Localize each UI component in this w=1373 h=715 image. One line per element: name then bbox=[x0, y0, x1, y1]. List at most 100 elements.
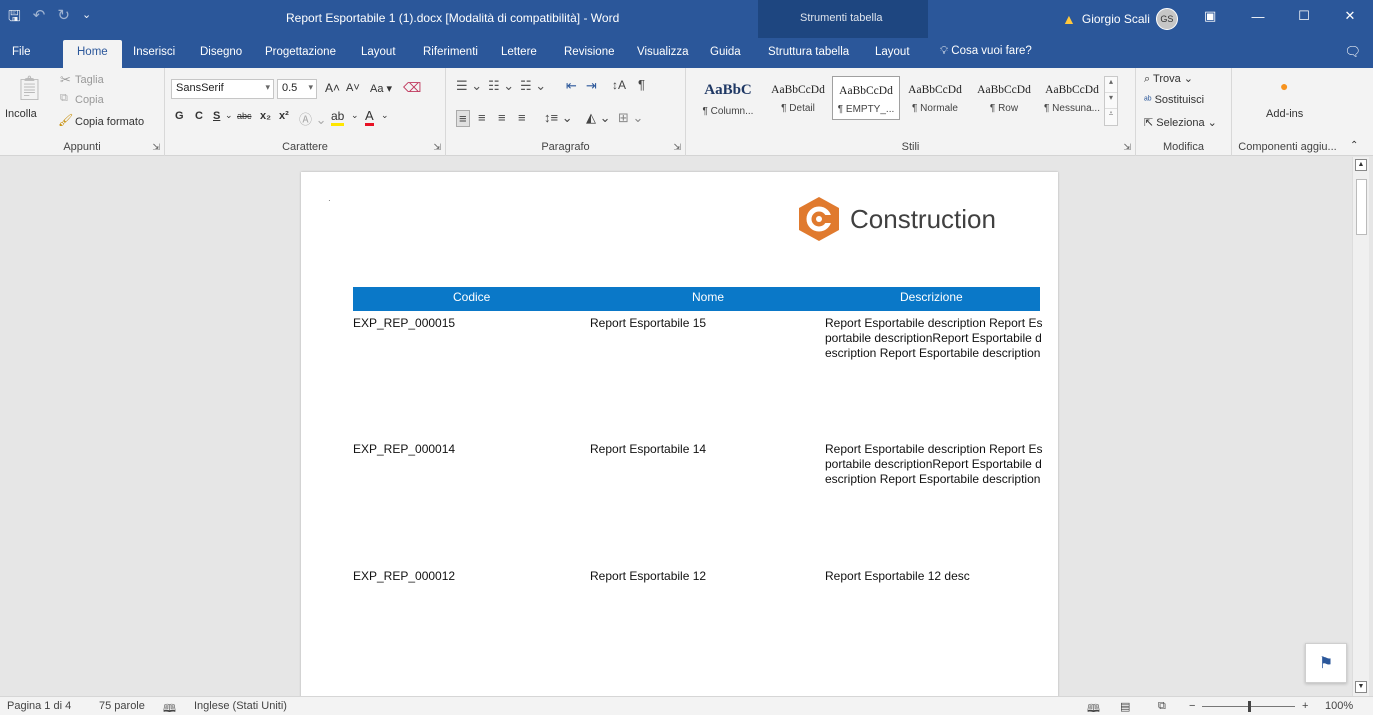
minimize-button[interactable]: — bbox=[1235, 0, 1281, 32]
addins-button[interactable]: Add-ins bbox=[1266, 108, 1303, 120]
superscript-icon[interactable]: x² bbox=[279, 110, 289, 122]
select-button[interactable]: ⇱ Seleziona ⌄ bbox=[1144, 116, 1217, 129]
addins-icon[interactable]: ● bbox=[1280, 78, 1288, 94]
numbering-icon[interactable]: ☷ ⌄ bbox=[488, 78, 514, 94]
close-button[interactable]: ✕ bbox=[1327, 0, 1373, 32]
document-page[interactable]: · Construction Codice Nome Descrizione E… bbox=[301, 172, 1058, 696]
cut-icon[interactable]: ✂ bbox=[60, 72, 71, 88]
sort-icon[interactable]: ↕A bbox=[612, 78, 626, 92]
web-layout-icon[interactable]: ⧉ bbox=[1158, 700, 1166, 713]
zoom-level[interactable]: 100% bbox=[1325, 700, 1353, 712]
page-count[interactable]: Pagina 1 di 4 bbox=[7, 700, 71, 712]
bold-button[interactable]: G bbox=[175, 110, 184, 122]
dialog-launcher-icon[interactable]: ⇲ bbox=[1123, 142, 1131, 153]
cut-button[interactable]: Taglia bbox=[75, 74, 104, 86]
style-empty[interactable]: AaBbCcDd ¶ EMPTY_... bbox=[832, 76, 900, 120]
scroll-down-icon[interactable]: ▼ bbox=[1355, 681, 1367, 693]
avatar[interactable]: GS bbox=[1155, 8, 1178, 30]
strikethrough-button[interactable]: abc bbox=[237, 111, 252, 121]
highlight-dropdown-icon[interactable]: ⌄ bbox=[351, 110, 359, 121]
zoom-out-icon[interactable]: − bbox=[1189, 700, 1195, 712]
font-color-icon[interactable]: A bbox=[365, 108, 374, 126]
copy-button[interactable]: Copia bbox=[75, 94, 104, 106]
language[interactable]: Inglese (Stati Uniti) bbox=[194, 700, 287, 712]
tab-design[interactable]: Progettazione bbox=[265, 46, 336, 58]
tab-draw[interactable]: Disegno bbox=[200, 46, 242, 58]
word-count[interactable]: 75 parole bbox=[99, 700, 145, 712]
warning-icon[interactable]: ▲ bbox=[1062, 11, 1076, 27]
font-size-combo[interactable]: 0.5 bbox=[277, 79, 317, 99]
ribbon-display-options-icon[interactable]: ▣ bbox=[1204, 8, 1216, 24]
bookmark-panel-button[interactable]: ⚑ bbox=[1305, 643, 1347, 683]
more-styles-icon[interactable]: ⩡ bbox=[1105, 109, 1117, 125]
dialog-launcher-icon[interactable]: ⇲ bbox=[433, 142, 441, 153]
shrink-font-icon[interactable]: A˅ bbox=[346, 82, 360, 94]
tab-references[interactable]: Riferimenti bbox=[423, 46, 478, 58]
tab-review[interactable]: Revisione bbox=[564, 46, 615, 58]
scrollbar-thumb[interactable] bbox=[1356, 179, 1367, 235]
text-effects-icon[interactable]: Ⓐ ⌄ bbox=[299, 109, 327, 128]
read-mode-icon[interactable]: 🕮 bbox=[1087, 700, 1100, 715]
tab-mailings[interactable]: Lettere bbox=[501, 46, 537, 58]
dialog-launcher-icon[interactable]: ⇲ bbox=[152, 142, 160, 153]
style-row[interactable]: AaBbCcDd ¶ Row bbox=[970, 76, 1038, 120]
proofing-icon[interactable]: 🕮 bbox=[163, 700, 176, 715]
format-painter-icon[interactable]: 🖌 bbox=[58, 113, 73, 127]
tab-view[interactable]: Visualizza bbox=[637, 46, 689, 58]
styles-gallery-scroll[interactable]: ▴ ▾ ⩡ bbox=[1104, 76, 1118, 126]
find-button[interactable]: ⌕ Trova ⌄ bbox=[1144, 72, 1193, 86]
tab-home[interactable]: Home bbox=[63, 40, 122, 68]
save-icon[interactable]: 🖫 bbox=[8, 6, 21, 31]
font-color-dropdown-icon[interactable]: ⌄ bbox=[381, 110, 389, 121]
font-name-combo[interactable]: SansSerif bbox=[171, 79, 274, 99]
decrease-indent-icon[interactable]: ⇤ bbox=[566, 78, 577, 94]
zoom-slider-thumb[interactable] bbox=[1248, 701, 1251, 712]
clear-formatting-icon[interactable]: ⌫ bbox=[403, 80, 421, 96]
borders-icon[interactable]: ⊞ ⌄ bbox=[618, 110, 643, 126]
replace-button[interactable]: ᵃᵇ Sostituisci bbox=[1144, 94, 1204, 106]
customize-toolbar-icon[interactable]: ⌄ bbox=[82, 8, 91, 31]
multilevel-list-icon[interactable]: ☵ ⌄ bbox=[520, 78, 546, 94]
style-detail[interactable]: AaBbCcDd ¶ Detail bbox=[764, 76, 832, 120]
tab-insert[interactable]: Inserisci bbox=[133, 46, 175, 58]
tell-me-search[interactable]: 💡︎ Cosa vuoi fare? bbox=[940, 45, 1032, 58]
increase-indent-icon[interactable]: ⇥ bbox=[586, 78, 597, 94]
align-left-icon[interactable]: ≡ bbox=[456, 110, 470, 127]
maximize-button[interactable]: ☐ bbox=[1281, 0, 1327, 32]
tab-layout[interactable]: Layout bbox=[361, 46, 396, 58]
style-no-spacing[interactable]: AaBbCcDd ¶ Nessuna... bbox=[1038, 76, 1106, 120]
tab-help[interactable]: Guida bbox=[710, 46, 741, 58]
redo-icon[interactable]: ↻ bbox=[57, 6, 70, 31]
style-column[interactable]: AaBbC ¶ Column... bbox=[694, 76, 762, 120]
justify-icon[interactable]: ≡ bbox=[518, 110, 526, 125]
comments-icon[interactable]: 🗨 bbox=[1344, 44, 1361, 60]
line-spacing-icon[interactable]: ↕≡ ⌄ bbox=[544, 110, 573, 126]
align-right-icon[interactable]: ≡ bbox=[498, 110, 506, 125]
undo-icon[interactable]: ↶ bbox=[33, 6, 46, 31]
chevron-down-icon[interactable]: ▾ bbox=[1105, 93, 1117, 109]
scroll-up-icon[interactable]: ▲ bbox=[1355, 159, 1367, 171]
align-center-icon[interactable]: ≡ bbox=[478, 110, 486, 125]
vertical-scrollbar[interactable]: ▲ ▼ bbox=[1352, 157, 1369, 696]
bullets-icon[interactable]: ☰ ⌄ bbox=[456, 78, 482, 94]
grow-font-icon[interactable]: A˄ bbox=[325, 81, 340, 95]
print-layout-icon[interactable]: ▤ bbox=[1120, 700, 1130, 713]
chevron-up-icon[interactable]: ▴ bbox=[1105, 77, 1117, 93]
style-normal[interactable]: AaBbCcDd ¶ Normale bbox=[901, 76, 969, 120]
paste-icon[interactable]: 📋︎ bbox=[14, 74, 44, 103]
show-formatting-icon[interactable]: ¶ bbox=[638, 77, 645, 92]
tab-table-design[interactable]: Struttura tabella bbox=[768, 46, 849, 58]
user-account[interactable]: ▲ Giorgio Scali GS bbox=[1062, 8, 1178, 30]
underline-button[interactable]: S bbox=[213, 110, 220, 122]
zoom-in-icon[interactable]: + bbox=[1302, 700, 1308, 712]
paste-button[interactable]: Incolla bbox=[5, 108, 37, 120]
dialog-launcher-icon[interactable]: ⇲ bbox=[673, 142, 681, 153]
subscript-icon[interactable]: x₂ bbox=[260, 110, 271, 122]
copy-icon[interactable]: ⧉ bbox=[60, 92, 68, 105]
change-case-button[interactable]: Aa ▾ bbox=[370, 82, 392, 95]
format-painter-button[interactable]: Copia formato bbox=[75, 116, 144, 128]
italic-button[interactable]: C bbox=[195, 110, 203, 122]
underline-dropdown-icon[interactable]: ⌄ bbox=[225, 110, 233, 121]
tab-file[interactable]: File bbox=[12, 46, 31, 58]
collapse-ribbon-icon[interactable]: ⌃ bbox=[1350, 140, 1358, 151]
